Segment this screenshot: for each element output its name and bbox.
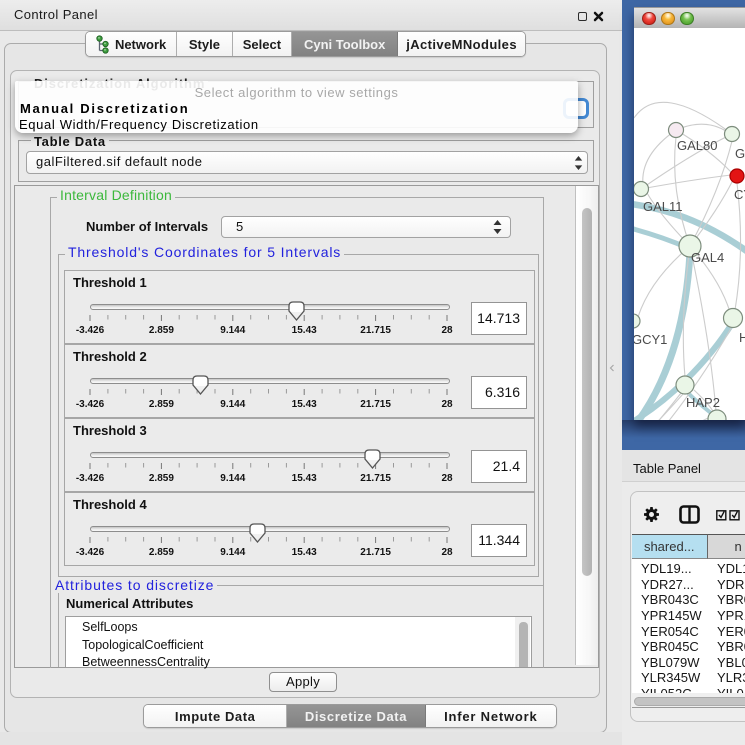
svg-text:HAP2: HAP2 <box>686 395 720 410</box>
svg-text:GAL80: GAL80 <box>677 138 717 153</box>
svg-text:GCY1: GCY1 <box>634 332 667 347</box>
svg-text:GAL4: GAL4 <box>691 250 724 265</box>
svg-text:CY: CY <box>734 187 745 202</box>
svg-text:GA: GA <box>735 146 745 161</box>
svg-text:GAL11: GAL11 <box>643 199 683 214</box>
svg-text:H: H <box>739 330 745 345</box>
